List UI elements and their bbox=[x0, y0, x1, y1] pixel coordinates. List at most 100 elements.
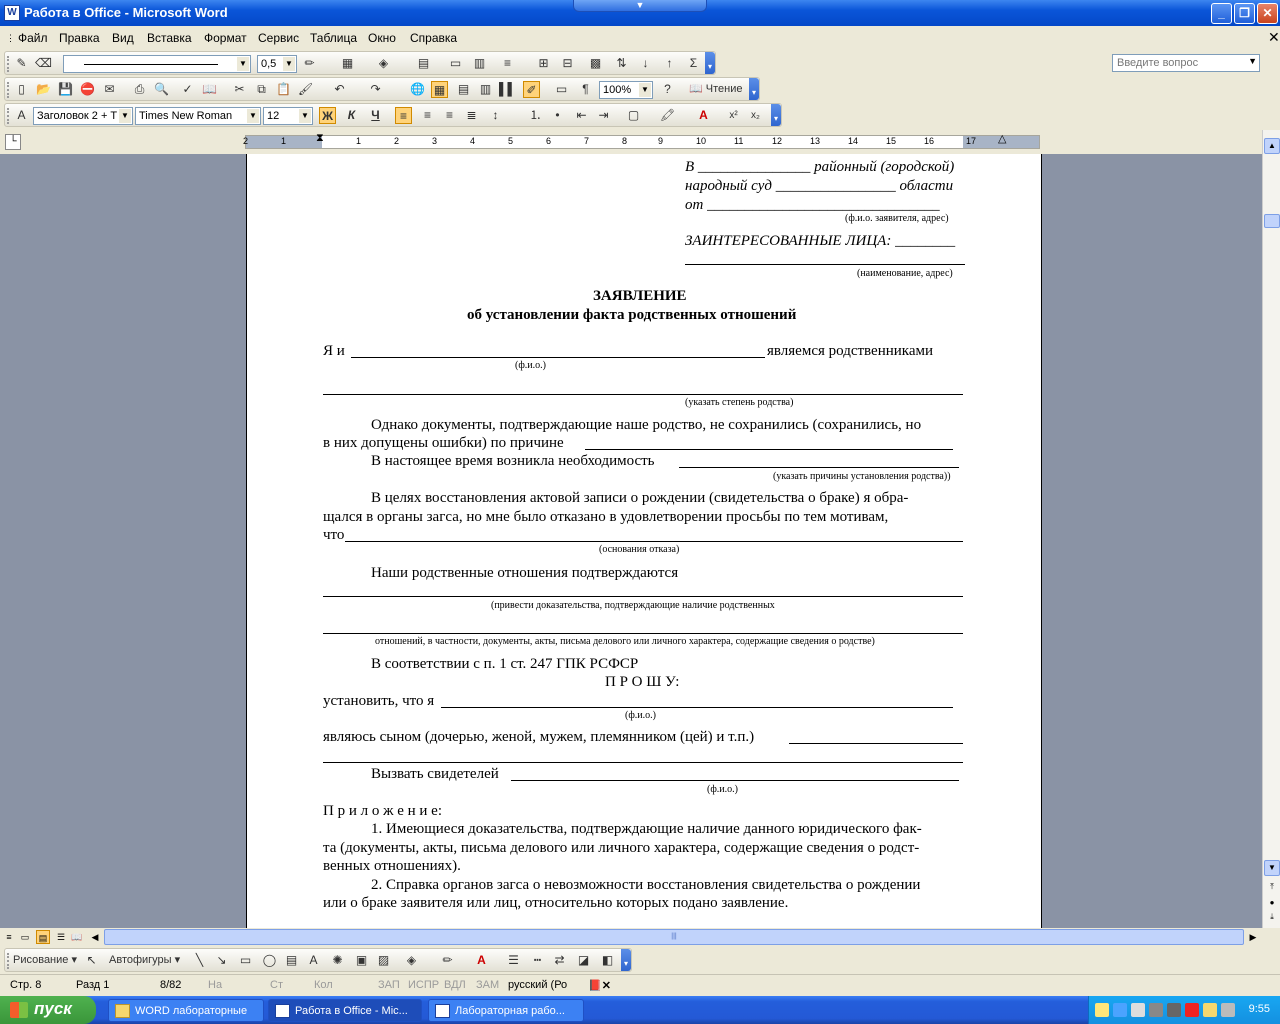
text-box-icon[interactable]: ▤ bbox=[283, 952, 300, 969]
chevron-down-icon[interactable]: ▼ bbox=[237, 57, 249, 71]
menu-window[interactable]: Окно bbox=[368, 31, 396, 45]
sort-descending-icon[interactable]: ↑ bbox=[661, 55, 678, 72]
diagram-icon[interactable]: ✺ bbox=[329, 952, 346, 969]
left-indent-marker[interactable]: ⧗ bbox=[316, 132, 324, 145]
superscript-icon[interactable]: x² bbox=[725, 107, 742, 124]
permission-icon[interactable]: ⛔ bbox=[79, 81, 96, 98]
document-map-icon[interactable]: ▭ bbox=[553, 81, 570, 98]
font-color-icon[interactable]: A bbox=[695, 107, 712, 124]
scroll-down-icon[interactable]: ▼ bbox=[1264, 860, 1280, 876]
toolbar-options-icon[interactable]: ▾ bbox=[621, 949, 631, 971]
chevron-down-icon[interactable]: ▼ bbox=[573, 0, 707, 12]
chevron-down-icon[interactable]: ▼ bbox=[1248, 56, 1257, 66]
insert-excel-icon[interactable]: ▥ bbox=[477, 81, 494, 98]
shadow-icon[interactable]: ◪ bbox=[575, 952, 592, 969]
font-select[interactable]: Times New Roman ▼ bbox=[135, 107, 261, 125]
style-select[interactable]: Заголовок 2 + Т ▼ bbox=[33, 107, 133, 125]
open-icon[interactable]: 📂 bbox=[35, 81, 52, 98]
document-workarea[interactable]: В _______________ районный (городской) н… bbox=[0, 154, 1262, 928]
show-hide-icon[interactable]: ¶ bbox=[577, 81, 594, 98]
align-left-icon[interactable]: ≡ bbox=[395, 107, 412, 124]
tray-app-icon[interactable] bbox=[1203, 1003, 1217, 1017]
menu-view[interactable]: Вид bbox=[112, 31, 134, 45]
3d-icon[interactable]: ◧ bbox=[599, 952, 616, 969]
arrow-style-icon[interactable]: ⇄ bbox=[551, 952, 568, 969]
print-icon[interactable]: ⎙ bbox=[131, 81, 148, 98]
chevron-down-icon[interactable]: ▼ bbox=[299, 109, 311, 123]
research-icon[interactable]: 📖 bbox=[201, 81, 218, 98]
outline-view-icon[interactable]: ☰ bbox=[54, 930, 68, 944]
new-document-icon[interactable]: ▯ bbox=[13, 81, 30, 98]
draw-table-icon[interactable]: ✎ bbox=[13, 55, 30, 72]
align-right-icon[interactable]: ≡ bbox=[441, 107, 458, 124]
tray-misc-icon[interactable] bbox=[1221, 1003, 1235, 1017]
highlight-icon[interactable]: 🖍 bbox=[659, 107, 676, 124]
distribute-rows-icon[interactable]: ⊞ bbox=[535, 55, 552, 72]
menu-file[interactable]: Файл bbox=[18, 31, 48, 45]
styles-formatting-icon[interactable]: A bbox=[13, 107, 30, 124]
oval-icon[interactable]: ◯ bbox=[261, 952, 278, 969]
save-icon[interactable]: 💾 bbox=[57, 81, 74, 98]
web-view-icon[interactable]: ▭ bbox=[18, 930, 32, 944]
clipart-icon[interactable]: ▣ bbox=[353, 952, 370, 969]
sort-ascending-icon[interactable]: ↓ bbox=[637, 55, 654, 72]
copy-icon[interactable]: ⧉ bbox=[253, 81, 270, 98]
task-work-in-office[interactable]: Работа в Office - Mic... bbox=[268, 999, 422, 1022]
status-extend[interactable]: ВДЛ bbox=[444, 979, 466, 991]
task-lab-work[interactable]: Лабораторная рабо... bbox=[428, 999, 584, 1022]
email-icon[interactable]: ✉ bbox=[101, 81, 118, 98]
align-icon[interactable]: ≡ bbox=[499, 55, 516, 72]
document-page[interactable]: В _______________ районный (городской) н… bbox=[246, 154, 1042, 928]
distribute-cols-icon[interactable]: ⊟ bbox=[559, 55, 576, 72]
redo-icon[interactable]: ↷ bbox=[367, 81, 384, 98]
status-overtype[interactable]: ЗАМ bbox=[476, 979, 499, 991]
task-word-lab[interactable]: WORD лабораторные bbox=[108, 999, 264, 1022]
fill-color-icon[interactable]: ◈ bbox=[403, 952, 420, 969]
menu-insert[interactable]: Вставка bbox=[147, 31, 192, 45]
underline-button[interactable]: Ч bbox=[367, 107, 384, 124]
autoformat-icon[interactable]: ▩ bbox=[587, 55, 604, 72]
justify-icon[interactable]: ≣ bbox=[463, 107, 480, 124]
bullets-icon[interactable]: • bbox=[549, 107, 566, 124]
read-button[interactable]: 📖 Чтение bbox=[689, 81, 749, 98]
zoom-select[interactable]: 100% ▼ bbox=[599, 81, 653, 99]
menu-tools[interactable]: Сервис bbox=[258, 31, 299, 45]
ruler-bar[interactable]: 2 1 1 2 3 4 5 6 7 8 9 10 11 12 13 14 15 … bbox=[243, 132, 1040, 149]
line-style-select[interactable]: ▼ bbox=[63, 55, 251, 73]
font-color-icon[interactable]: A bbox=[473, 952, 490, 969]
chevron-down-icon[interactable]: ▼ bbox=[639, 83, 651, 97]
columns-icon[interactable]: ▌▌ bbox=[499, 81, 516, 98]
menu-help[interactable]: Справка bbox=[410, 31, 457, 45]
reading-view-icon[interactable]: 📖 bbox=[70, 930, 84, 944]
text-direction-icon[interactable]: ⇅ bbox=[613, 55, 630, 72]
italic-button[interactable]: К bbox=[343, 107, 360, 124]
merge-cells-icon[interactable]: ▭ bbox=[447, 55, 464, 72]
spelling-icon[interactable]: ✓ bbox=[179, 81, 196, 98]
numbering-icon[interactable]: ⒈ bbox=[527, 107, 544, 124]
scroll-left-icon[interactable]: ◀ bbox=[88, 930, 102, 944]
language-icon[interactable] bbox=[1113, 1003, 1127, 1017]
vertical-scrollbar[interactable]: ▲ ▼ ⤒ ● ⤓ bbox=[1262, 130, 1280, 928]
eraser-icon[interactable]: ⌫ bbox=[35, 55, 52, 72]
increase-indent-icon[interactable]: ⇥ bbox=[595, 107, 612, 124]
insert-table-icon[interactable]: ▤ bbox=[415, 55, 432, 72]
maximize-button[interactable]: ❐ bbox=[1234, 3, 1255, 24]
scroll-up-icon[interactable]: ▲ bbox=[1264, 138, 1280, 154]
print-preview-icon[interactable]: 🔍 bbox=[153, 81, 170, 98]
display-icon[interactable] bbox=[1131, 1003, 1145, 1017]
print-layout-icon[interactable]: ▤ bbox=[36, 930, 50, 944]
previous-page-icon[interactable]: ⤒ bbox=[1264, 880, 1280, 896]
menu-table[interactable]: Таблица bbox=[310, 31, 357, 45]
toolbar-options-icon[interactable]: ▾ bbox=[771, 104, 781, 126]
start-button[interactable]: пуск bbox=[0, 996, 96, 1024]
autoshapes-button[interactable]: Автофигуры ▾ bbox=[109, 952, 189, 969]
format-painter-icon[interactable]: 🖌 bbox=[297, 81, 314, 98]
line-weight-select[interactable]: 0,5 ▼ bbox=[257, 55, 297, 73]
line-spacing-icon[interactable]: ↕ bbox=[487, 107, 504, 124]
chevron-down-icon[interactable]: ▼ bbox=[283, 57, 295, 71]
align-center-icon[interactable]: ≡ bbox=[419, 107, 436, 124]
borders-icon[interactable]: ▦ bbox=[339, 55, 356, 72]
outside-border-icon[interactable]: ▢ bbox=[625, 107, 642, 124]
menu-edit[interactable]: Правка bbox=[59, 31, 100, 45]
menu-format[interactable]: Формат bbox=[204, 31, 247, 45]
